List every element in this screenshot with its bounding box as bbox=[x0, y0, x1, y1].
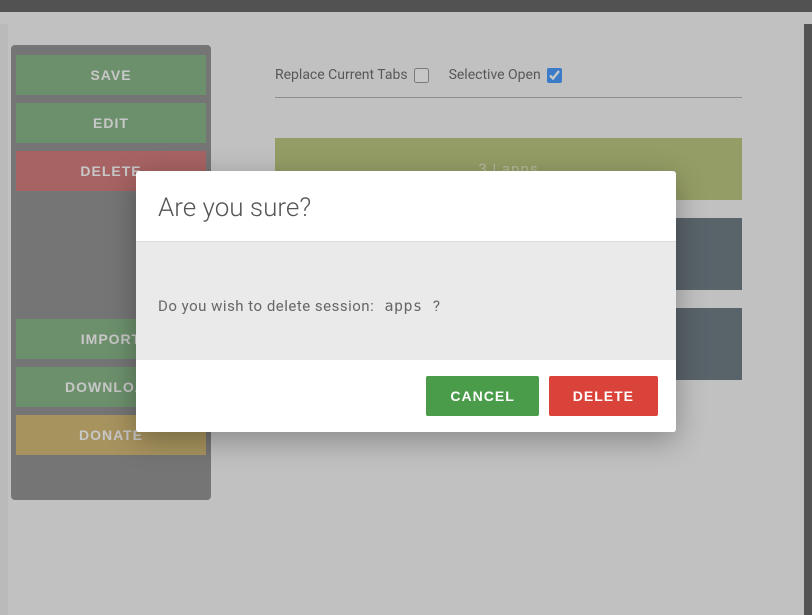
confirm-delete-button[interactable]: DELETE bbox=[549, 376, 658, 416]
modal-title: Are you sure? bbox=[136, 171, 676, 242]
modal-body: Do you wish to delete session: apps ? bbox=[136, 242, 676, 360]
confirm-modal: Are you sure? Do you wish to delete sess… bbox=[136, 171, 676, 432]
modal-session-name: apps bbox=[384, 297, 422, 315]
modal-suffix: ? bbox=[433, 297, 441, 315]
cancel-button[interactable]: CANCEL bbox=[426, 376, 538, 416]
modal-prompt: Do you wish to delete session: bbox=[158, 297, 374, 315]
modal-footer: CANCEL DELETE bbox=[136, 360, 676, 432]
